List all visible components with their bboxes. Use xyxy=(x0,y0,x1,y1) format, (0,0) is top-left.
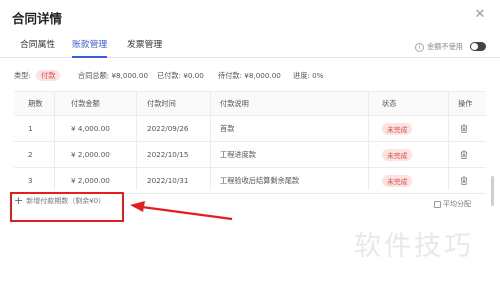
watermark: 软件技巧 xyxy=(354,231,474,262)
